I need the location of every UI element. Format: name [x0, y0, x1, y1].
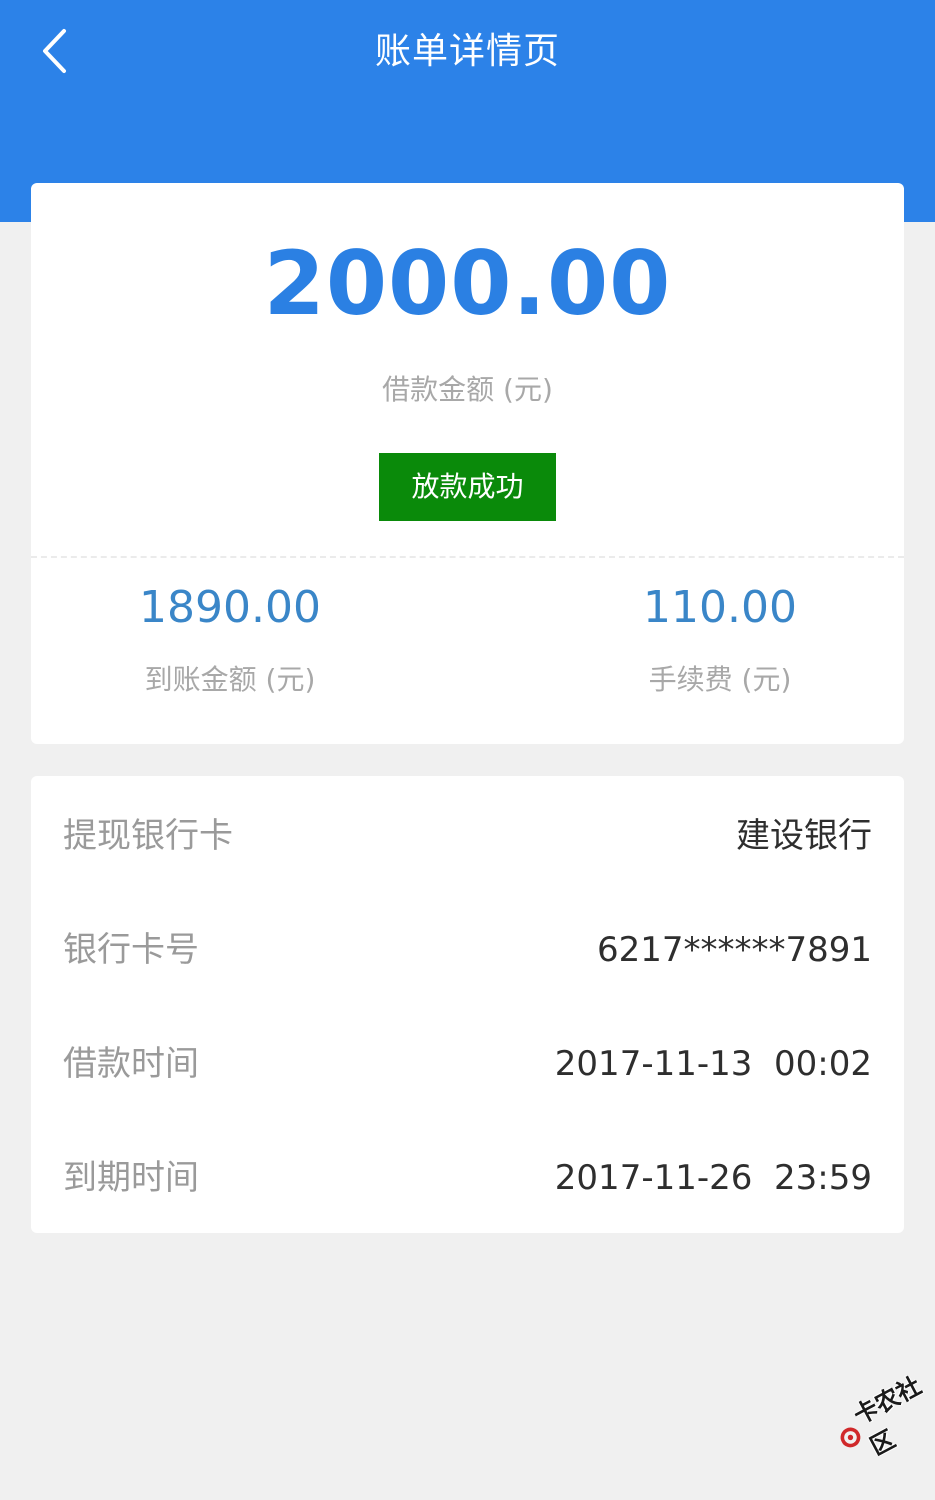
- detail-label: 提现银行卡: [63, 816, 233, 856]
- detail-label: 到期时间: [63, 1158, 199, 1198]
- loan-amount-label: 借款金额 (元): [382, 373, 553, 406]
- status-badge: 放款成功: [379, 453, 556, 521]
- detail-value: 2017-11-13 00:02: [554, 1044, 872, 1084]
- detail-value: 6217******7891: [596, 930, 872, 970]
- detail-label: 银行卡号: [63, 930, 199, 970]
- watermark: 卡农社区: [830, 1368, 935, 1464]
- fee-amount-label: 手续费 (元): [648, 663, 792, 696]
- dashed-divider: [31, 556, 904, 558]
- detail-row-loan-time: 借款时间 2017-11-13 00:02: [31, 1007, 904, 1121]
- fee-amount: 110.00: [643, 582, 797, 633]
- received-amount-label: 到账金额 (元): [144, 663, 316, 696]
- loan-amount: 2000.00: [263, 232, 672, 335]
- page-title: 账单详情页: [374, 31, 560, 72]
- detail-value: 建设银行: [736, 816, 872, 856]
- detail-label: 借款时间: [63, 1044, 199, 1084]
- detail-row-bank: 提现银行卡 建设银行: [31, 779, 904, 893]
- received-amount: 1890.00: [139, 582, 321, 633]
- detail-row-due-time: 到期时间 2017-11-26 23:59: [31, 1121, 904, 1235]
- detail-value: 2017-11-26 23:59: [554, 1158, 872, 1198]
- detail-row-card-number: 银行卡号 6217******7891: [31, 893, 904, 1007]
- watermark-text: 卡农社区: [849, 1371, 926, 1461]
